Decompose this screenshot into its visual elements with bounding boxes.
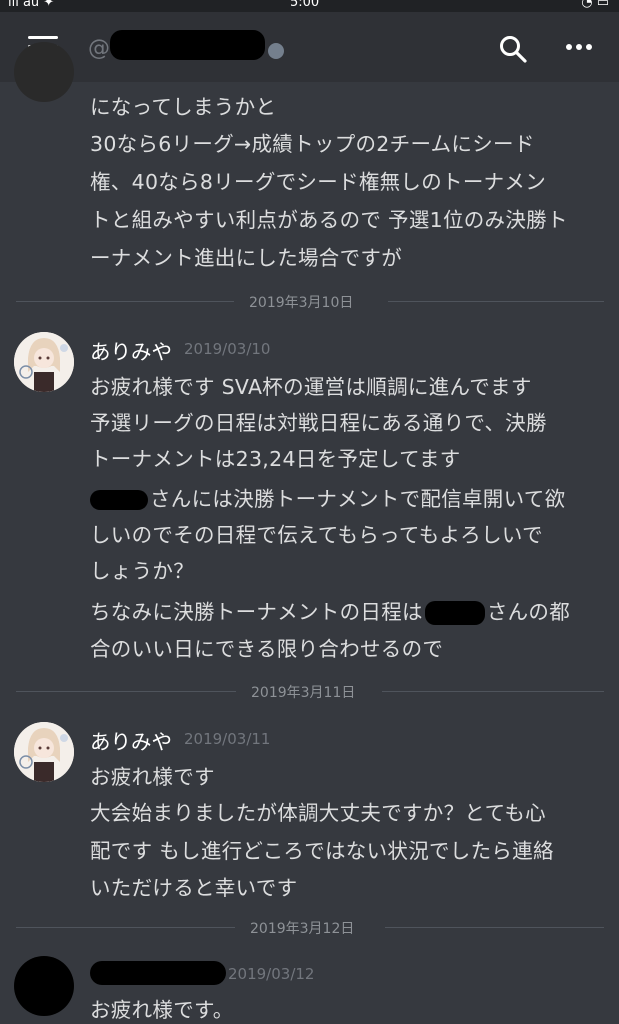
date-divider-label: 2019年3月10日 bbox=[249, 295, 354, 311]
message-line: 権、40なら8リーグでシード権無しのトーナメン bbox=[90, 170, 547, 194]
message-line: しいのでその日程で伝えてもらってもよろしいで bbox=[90, 523, 543, 547]
message-line: お疲れ様です SVA杯の運営は順調に進んでます bbox=[90, 375, 532, 399]
presence-status-dot bbox=[268, 43, 284, 59]
message-author[interactable]: ありみや bbox=[90, 725, 172, 755]
message-line: しょうか？ bbox=[90, 559, 194, 583]
message-line: お疲れ様です。 bbox=[90, 998, 234, 1022]
redacted-name bbox=[90, 490, 148, 510]
message-line: トーナメントは23,24日を予定してます bbox=[90, 447, 461, 471]
avatar[interactable] bbox=[14, 332, 74, 392]
avatar[interactable] bbox=[14, 722, 74, 782]
message-line: 配です もし進行どころではない状況でしたら連絡 bbox=[90, 839, 554, 863]
message-timestamp: 2019/03/11 bbox=[184, 730, 271, 748]
message-timestamp: 2019/03/12 bbox=[228, 965, 315, 983]
redacted-author-name bbox=[90, 961, 226, 985]
message-line: 30なら6リーグ→成績トップの2チームにシード bbox=[90, 132, 535, 156]
message-line: 合のいい日にできる限り合わせるので bbox=[90, 637, 444, 661]
message-author[interactable]: ありみや bbox=[90, 335, 172, 365]
message-feed[interactable]: になってしまうかと 30なら6リーグ→成績トップの2チームにシード 権、40なら… bbox=[0, 42, 619, 1024]
date-divider: 2019年3月10日 bbox=[16, 291, 604, 311]
message-line: になってしまうかと bbox=[90, 95, 277, 119]
message-line: お疲れ様です bbox=[90, 765, 215, 789]
message-line: ーナメント進出にした場合ですが bbox=[90, 246, 402, 270]
avatar[interactable] bbox=[14, 956, 74, 1016]
redacted-username bbox=[110, 30, 265, 60]
clock: 5:00 bbox=[290, 0, 320, 10]
avatar bbox=[14, 42, 74, 102]
date-divider-label: 2019年3月12日 bbox=[250, 921, 355, 937]
message-timestamp: 2019/03/10 bbox=[184, 340, 271, 358]
more-options-icon[interactable] bbox=[566, 42, 592, 52]
date-divider: 2019年3月12日 bbox=[16, 917, 604, 937]
channel-header: @ bbox=[0, 12, 619, 82]
date-divider: 2019年3月11日 bbox=[16, 681, 604, 701]
message-line: いただけると幸いです bbox=[90, 876, 298, 900]
message-line: トと組みやすい利点があるので 予選1位のみ決勝ト bbox=[90, 208, 568, 232]
redacted-name bbox=[424, 601, 485, 625]
status-bar: ıll au ✦ 5:00 ◔ ▭ bbox=[0, 0, 619, 12]
search-icon[interactable] bbox=[498, 34, 528, 64]
carrier-signal: ıll au ✦ bbox=[8, 0, 55, 10]
date-divider-label: 2019年3月11日 bbox=[251, 685, 356, 701]
message-line: ちなみに決勝トーナメントの日程は さんの都 bbox=[90, 600, 571, 625]
message-line: さんには決勝トーナメントで配信卓開いて欲 bbox=[90, 482, 565, 512]
at-symbol: @ bbox=[88, 36, 110, 61]
status-indicators: ◔ ▭ bbox=[581, 0, 609, 10]
message-line: 大会始まりましたが体調大丈夫ですか？とても心 bbox=[90, 801, 546, 825]
message-line: 予選リーグの日程は対戦日程にある通りで、決勝 bbox=[90, 411, 547, 435]
